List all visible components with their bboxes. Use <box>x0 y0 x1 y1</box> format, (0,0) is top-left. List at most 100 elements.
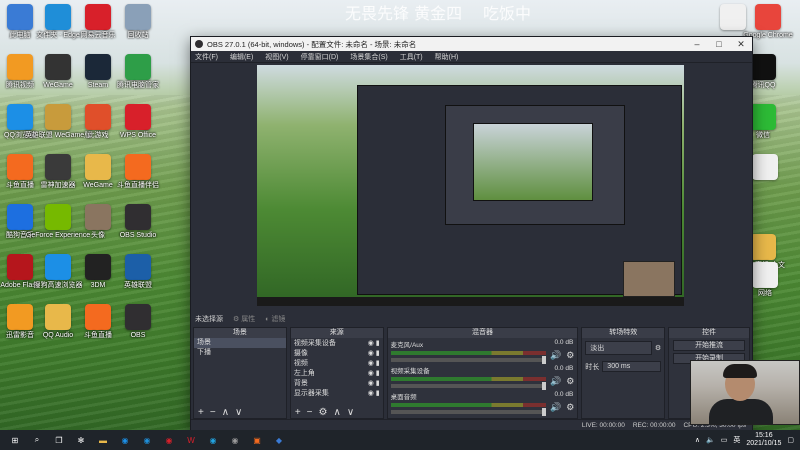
start-streaming-button[interactable]: 开始推流 <box>673 340 745 351</box>
desktop-shortcut[interactable]: OBS Studio <box>108 204 168 240</box>
minimize-icon[interactable]: – <box>686 39 708 50</box>
sources-dock-title: 来源 <box>290 328 383 338</box>
desktop-shortcut[interactable]: WPS Office <box>108 104 168 140</box>
live-timer: LIVE: 00:00:00 <box>581 422 625 429</box>
gear-icon[interactable]: ⚙ <box>566 376 574 387</box>
desktop-shortcut[interactable]: 回收站 <box>108 4 168 40</box>
duration-label: 时长 <box>585 363 600 371</box>
speaker-icon[interactable]: 🔊 <box>550 402 561 413</box>
source-item[interactable]: 摄像 ◉ ▮ <box>291 348 383 358</box>
volume-fader[interactable] <box>390 382 546 390</box>
mixer-channel-db: 0.0 dB <box>554 391 574 398</box>
speaker-icon[interactable]: 🔈 <box>706 436 715 444</box>
desktop-shortcut-label: 回收站 <box>127 32 149 39</box>
visibility-icon[interactable]: ◉ ▮ <box>368 369 380 377</box>
scene-item[interactable]: 场景 <box>194 338 286 348</box>
visibility-icon[interactable]: ◉ ▮ <box>368 379 380 387</box>
gear-icon[interactable]: ⚙ <box>655 344 661 352</box>
preview-taskbar <box>257 297 684 306</box>
visibility-icon[interactable]: ◉ ▮ <box>368 359 380 367</box>
speaker-icon[interactable]: 🔊 <box>550 376 561 387</box>
source-item[interactable]: 视频 ◉ ▮ <box>291 358 383 368</box>
recycle-bin-icon <box>125 4 151 30</box>
visibility-icon[interactable]: ◉ ▮ <box>368 339 380 347</box>
speaker-icon[interactable]: 🔊 <box>550 350 561 361</box>
up-icon[interactable]: ∧ <box>222 407 229 418</box>
source-item[interactable]: 背景 ◉ ▮ <box>291 378 383 388</box>
visibility-icon[interactable]: ◉ ▮ <box>368 349 380 357</box>
remove-icon[interactable]: − <box>210 407 216 418</box>
down-icon[interactable]: ∨ <box>347 407 354 418</box>
douyu-taskbar-icon[interactable]: ▣ <box>246 430 268 450</box>
gear-icon: ⚙ <box>233 316 240 323</box>
volume-fader[interactable] <box>390 356 546 364</box>
desktop-shortcut[interactable]: 腾讯电脑管家 <box>108 54 168 90</box>
network-tray-icon[interactable]: ▭ <box>721 436 728 444</box>
desktop-shortcut-label: OBS Studio <box>119 232 157 239</box>
up-icon[interactable]: ∧ <box>333 407 340 418</box>
menu-file[interactable]: 文件(F) <box>195 52 218 62</box>
transitions-dock-title: 转场特效 <box>582 328 665 338</box>
source-list: 视频采集设备 ◉ ▮ 摄像 ◉ ▮ 视频 ◉ ▮ 左上角 ◉ ▮ 背景 ◉ ▮ 显示器采集 ◉ ▮ <box>291 338 383 398</box>
menu-help[interactable]: 帮助(H) <box>435 52 459 62</box>
source-item[interactable]: 显示器采集 ◉ ▮ <box>291 388 383 398</box>
menu-tools[interactable]: 工具(T) <box>400 52 423 62</box>
mixer-channel-name: 麦克风/Aux <box>390 342 424 349</box>
scene-item[interactable]: 下播 <box>194 348 286 358</box>
obs-preview[interactable] <box>257 65 684 306</box>
desktop-shortcut[interactable]: 斗鱼直播伴侣 <box>108 154 168 190</box>
filters-button[interactable]: ◐ 滤镜 <box>265 314 285 324</box>
menu-edit[interactable]: 编辑(E) <box>230 52 253 62</box>
gear-icon[interactable]: ⚙ <box>566 350 574 361</box>
gear-icon[interactable]: ⚙ <box>566 402 574 413</box>
network-icon <box>752 262 778 288</box>
ime-indicator[interactable]: 英 <box>733 435 740 445</box>
properties-button[interactable]: ⚙ 属性 <box>233 314 255 324</box>
desktop-shortcut-label: 微信 <box>756 132 770 139</box>
visibility-icon[interactable]: ◉ ▮ <box>368 389 380 397</box>
menu-view[interactable]: 视图(V) <box>265 52 288 62</box>
duration-input[interactable]: 300 ms <box>602 361 662 372</box>
netease-taskbar-icon[interactable]: ◉ <box>158 430 180 450</box>
webcam-overlay <box>690 360 800 425</box>
menu-docks[interactable]: 停靠窗口(D) <box>301 52 339 62</box>
wps-taskbar-icon[interactable]: W <box>180 430 202 450</box>
add-icon[interactable]: + <box>295 407 301 418</box>
source-item[interactable]: 左上角 ◉ ▮ <box>291 368 383 378</box>
volume-fader[interactable] <box>390 408 546 416</box>
obs-titlebar[interactable]: OBS 27.0.1 (64-bit, windows) - 配置文件: 未命名… <box>191 37 752 51</box>
gear-icon[interactable]: ⚙ <box>319 407 328 418</box>
mixer-channel-db: 0.0 dB <box>554 365 574 372</box>
folder-taskbar-icon[interactable]: ▬ <box>92 430 114 450</box>
close-icon[interactable]: ✕ <box>730 39 752 50</box>
desktop-shortcut[interactable]: 英雄联盟 <box>108 254 168 290</box>
clock-time: 15:16 <box>755 432 773 439</box>
notification-icon[interactable]: ▢ <box>787 436 794 444</box>
add-icon[interactable]: + <box>198 407 204 418</box>
edge-taskbar-icon[interactable]: ◉ <box>136 430 158 450</box>
windows-start-icon[interactable]: ⊞ <box>4 430 26 450</box>
clock[interactable]: 15:16 2021/10/15 <box>746 432 781 448</box>
qq-browser-taskbar-icon[interactable]: ◉ <box>114 430 136 450</box>
search-icon[interactable]: ⌕ <box>26 430 48 450</box>
down-icon[interactable]: ∨ <box>235 407 242 418</box>
transition-select[interactable]: 淡出 <box>585 341 652 355</box>
desktop-shortcut[interactable]: OBS <box>108 304 168 340</box>
source-item[interactable]: 视频采集设备 ◉ ▮ <box>291 338 383 348</box>
obs-window[interactable]: OBS 27.0.1 (64-bit, windows) - 配置文件: 未命名… <box>190 36 753 432</box>
desktop-shortcut[interactable]: Google Chrome <box>743 4 793 40</box>
menu-scene-collection[interactable]: 场景集合(S) <box>350 52 387 62</box>
maximize-icon[interactable]: □ <box>708 39 730 50</box>
tray-expand-icon[interactable]: ∧ <box>695 436 700 444</box>
task-view-icon[interactable]: ❐ <box>48 430 70 450</box>
remove-icon[interactable]: − <box>307 407 313 418</box>
webcam-person-body <box>709 399 773 424</box>
shield-taskbar-icon[interactable]: ◆ <box>268 430 290 450</box>
edge-taskbar-icon-2[interactable]: ◉ <box>202 430 224 450</box>
no-source-label: 未选择源 <box>195 316 223 323</box>
puzzle-icon[interactable]: ✻ <box>70 430 92 450</box>
obs-docks: 场景 场景 下播 + − ∧ ∨ 来源 视频采集设备 ◉ ▮ 摄像 ◉ ▮ 视频 ◉ ▮ 左… <box>191 327 752 419</box>
obs-taskbar-icon[interactable]: ◉ <box>224 430 246 450</box>
taskbar: ⊞ ⌕ ❐ ✻ ▬ ◉ ◉ ◉ W ◉ ◉ ▣ ◆ ∧ 🔈 ▭ 英 15:16 2021/10/15 ▢ <box>0 430 800 450</box>
source-item-label: 视频 <box>293 360 308 367</box>
